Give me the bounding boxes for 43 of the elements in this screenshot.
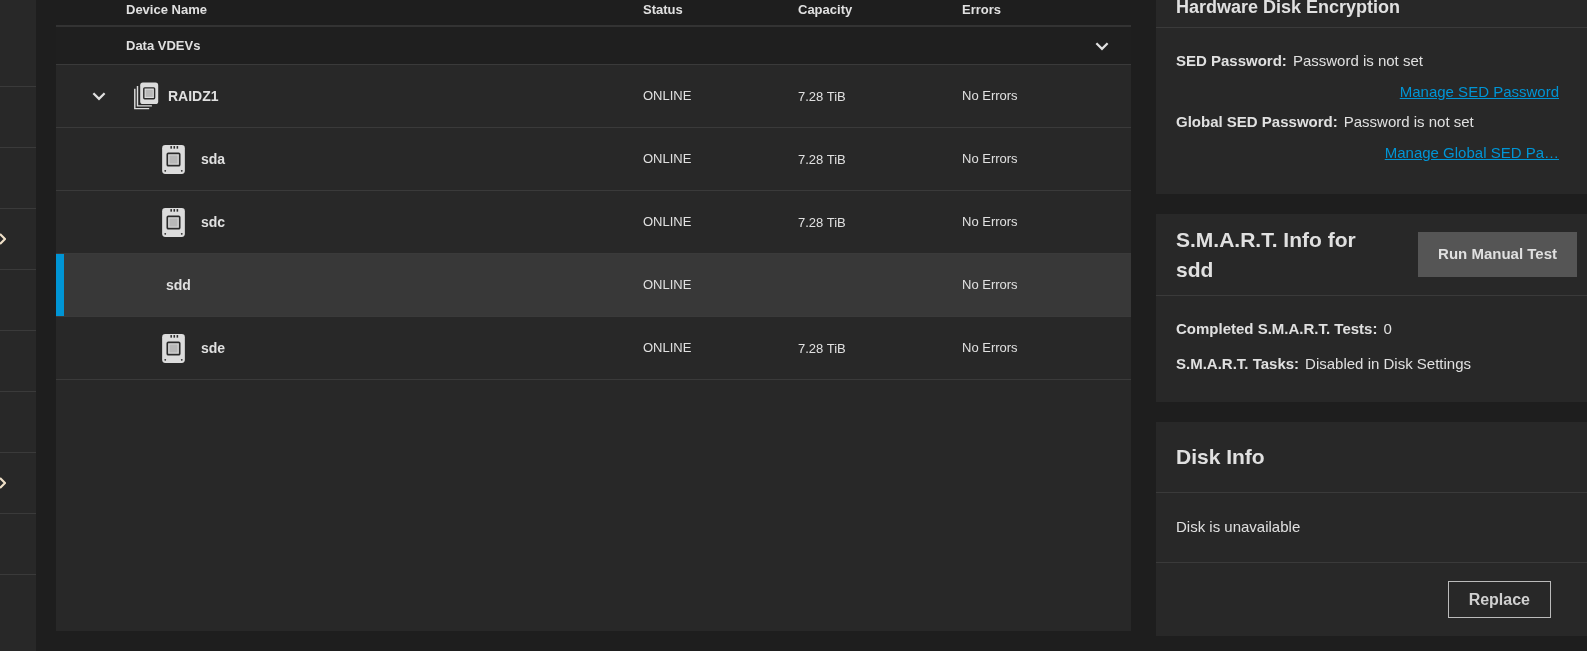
status-text: ONLINE	[643, 150, 693, 169]
device-name: sda	[201, 149, 226, 169]
field-label: Completed S.M.A.R.T. Tests:	[1176, 319, 1378, 339]
field-label: SED Password:	[1176, 51, 1287, 71]
disk-message: Disk is unavailable	[1176, 517, 1301, 538]
errors-text: No Errors	[962, 213, 1018, 232]
run-manual-test-button[interactable]: Run Manual Test	[1418, 232, 1577, 277]
device-name: RAIDZ1	[168, 86, 219, 106]
chevron-icon	[0, 477, 6, 489]
status-text: ONLINE	[643, 213, 693, 232]
column-header[interactable]: Device Name	[56, 0, 643, 20]
errors-text: No Errors	[962, 150, 1018, 169]
errors-text: No Errors	[962, 87, 1018, 106]
field-value: Disabled in Disk Settings	[1305, 353, 1471, 374]
manage-link[interactable]: Manage SED Password	[1399, 80, 1559, 103]
card-title: S.M.A.R.T. Info for sdd	[1176, 226, 1357, 283]
device-name: sdc	[201, 212, 226, 232]
column-header[interactable]: Errors	[962, 0, 1002, 20]
card-title: Disk Info	[1176, 444, 1265, 471]
field-label: S.M.A.R.T. Tasks:	[1176, 353, 1300, 374]
replace-button[interactable]: Replace	[1447, 581, 1551, 618]
capacity-text: 7.28 TiB	[798, 152, 846, 167]
group-header[interactable]: Data VDEVs	[56, 27, 1131, 65]
field-value: Password is not set	[1292, 51, 1423, 71]
errors-text: No Errors	[962, 276, 1018, 295]
capacity-text: 7.28 TiB	[798, 215, 846, 230]
table-row[interactable]: sdd ONLINE No Errors	[56, 254, 1131, 317]
disk-stack-icon	[132, 81, 160, 111]
chevron-icon	[0, 233, 6, 245]
status-text: ONLINE	[643, 87, 693, 106]
errors-text: No Errors	[962, 339, 1018, 358]
capacity-text: 7.28 TiB	[798, 341, 846, 356]
field-value: 0	[1383, 319, 1392, 339]
device-name: sde	[201, 338, 226, 358]
status-text: ONLINE	[643, 339, 693, 358]
manage-link[interactable]: Manage Global SED Pa…	[1384, 141, 1559, 164]
column-header[interactable]: Capacity	[798, 0, 962, 20]
field-value: Password is not set	[1343, 112, 1474, 132]
column-header[interactable]: Status	[643, 0, 798, 20]
capacity-text: 7.28 TiB	[798, 89, 846, 104]
device-name: sdd	[166, 275, 191, 295]
status-text: ONLINE	[643, 276, 693, 295]
field-label: Global SED Password:	[1176, 112, 1338, 132]
